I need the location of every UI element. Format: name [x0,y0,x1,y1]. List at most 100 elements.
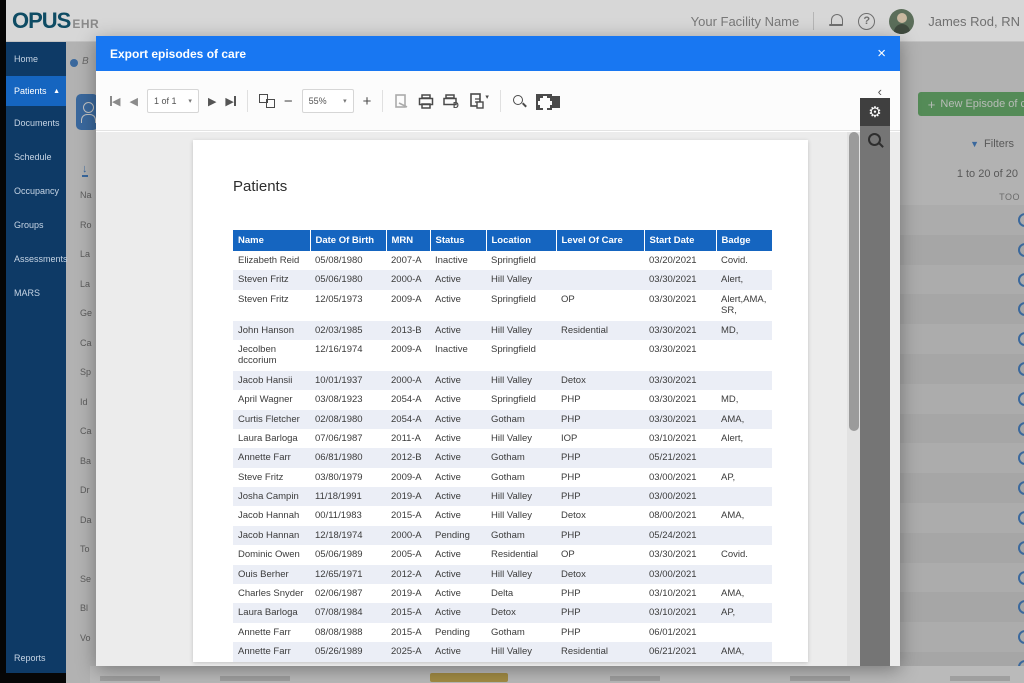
sidebar-item-label: MARS [14,288,40,298]
report-page: Patients NameDate Of BirthMRNStatusLocat… [193,140,808,662]
table-cell: Hill Valley [486,642,556,661]
divider [247,90,248,112]
scrollbar-thumb[interactable] [849,132,859,431]
patients-table: NameDate Of BirthMRNStatusLocationLevel … [233,230,773,662]
table-cell [716,565,772,584]
zoom-in-button[interactable]: + [363,94,372,109]
column-header: Date Of Birth [310,230,386,251]
table-cell: Active [430,429,486,448]
first-page-button[interactable]: ◀ [110,95,120,108]
sidebar-item-patients[interactable]: Patients▲ [6,76,66,106]
table-cell: Springfield [486,390,556,409]
table-cell: 08/08/1988 [310,623,386,642]
search-icon[interactable] [512,94,527,109]
report-viewer-toolbar: ◀ ◀ 1 of 1▾ ▶ ▶ − 55%▾ + D ▾ [96,71,900,131]
page-number-select[interactable]: 1 of 1▾ [147,89,199,113]
chevron-down-icon: ▾ [188,97,192,105]
table-cell: AMA, [716,642,772,661]
table-cell: Active [430,487,486,506]
table-cell: 03/00/2021 [644,487,716,506]
table-row: Steve Fritz03/80/19792009-AActiveGothamP… [233,468,772,487]
screen-bottom-left-corner [0,673,66,683]
panel-search-icon[interactable] [860,126,890,156]
table-cell: Active [430,410,486,429]
sidebar-item-home[interactable]: Home [6,42,66,76]
divider [382,90,383,112]
table-cell: OP [556,290,644,321]
table-cell [716,526,772,545]
table-cell: 03/30/2021 [644,321,716,340]
user-name[interactable]: James Rod, RN [928,14,1020,29]
table-cell: AMA, [716,410,772,429]
viewer-scrollbar[interactable] [847,132,860,666]
last-page-button[interactable]: ▶ [225,95,235,108]
notifications-bell-icon[interactable] [828,13,844,29]
sidebar-item-label: Occupancy [14,186,59,196]
user-avatar[interactable] [889,9,914,34]
divider [500,90,501,112]
close-icon[interactable]: × [877,46,886,61]
table-cell: 2000-A [386,371,430,390]
table-row: Steven Fritz12/05/19732009-AActiveSpring… [233,290,772,321]
table-cell: 03/10/2021 [644,603,716,622]
table-cell: Josha Campin [233,487,310,506]
table-row: Annette Farr05/26/19892025-AActiveHill V… [233,642,772,661]
table-cell: PHP [556,584,644,603]
previous-page-button[interactable]: ◀ [129,95,137,108]
table-cell: Annette Farr [233,642,310,661]
page-layout-icon[interactable] [259,94,275,108]
sidebar-item-mars[interactable]: MARS [6,276,66,310]
print-icon[interactable] [418,94,434,109]
zoom-out-button[interactable]: − [284,94,293,109]
table-cell: Gotham [486,410,556,429]
table-cell: PHP [556,390,644,409]
zoom-level-select[interactable]: 55%▾ [302,89,354,113]
table-cell: Hill Valley [486,371,556,390]
table-row: Josha Campin11/18/19912019-AActiveHill V… [233,487,772,506]
report-title: Patients [233,178,287,195]
table-cell: 2011-A [386,429,430,448]
sidebar-item-reports[interactable]: Reports [6,653,66,663]
table-cell [716,623,772,642]
table-cell: 02/08/1980 [310,410,386,429]
sidebar-item-assessments[interactable]: Assessments [6,242,66,276]
table-row: Elizabeth Reid05/08/19802007-AInactiveSp… [233,251,772,270]
facility-name[interactable]: Your Facility Name [691,14,800,29]
table-cell: Annette Farr [233,623,310,642]
table-cell: Active [430,290,486,321]
table-cell: 2025-A [386,642,430,661]
print-page-icon[interactable]: D [443,94,460,109]
export-file-icon[interactable] [469,93,484,109]
table-cell: Delta [486,584,556,603]
table-cell: 2012-B [386,448,430,467]
table-cell [556,270,644,289]
sidebar-item-documents[interactable]: Documents [6,106,66,140]
table-cell: Detox [556,371,644,390]
column-header: Start Date [644,230,716,251]
table-cell: 03/30/2021 [644,270,716,289]
table-cell: Active [430,321,486,340]
table-cell: 05/08/1980 [310,251,386,270]
table-cell: Inactive [430,251,486,270]
sidebar-item-occupancy[interactable]: Occupancy [6,174,66,208]
collapse-panel-chevron[interactable]: ‹ [878,84,882,99]
sidebar-item-label: Assessments [14,254,68,264]
table-row: John Hanson02/03/19852013-BActiveHill Va… [233,321,772,340]
table-cell: 11/18/1991 [310,487,386,506]
gear-icon[interactable]: ⚙ [860,98,890,126]
table-row: Dominic Owen05/06/19892005-AActiveReside… [233,545,772,564]
table-cell: Springfield [486,251,556,270]
help-icon[interactable]: ? [858,13,875,30]
table-cell: Active [430,603,486,622]
sidebar-item-label: Groups [14,220,44,230]
sidebar-item-groups[interactable]: Groups [6,208,66,242]
sidebar-item-schedule[interactable]: Schedule [6,140,66,174]
fullscreen-icon[interactable] [536,94,550,108]
table-cell: Steve Fritz [233,468,310,487]
save-document-icon[interactable] [394,94,409,109]
table-cell: 03/10/2021 [644,584,716,603]
table-row: Jecolben dccorium12/16/19742009-AInactiv… [233,340,772,371]
next-page-button[interactable]: ▶ [208,95,216,108]
table-cell: Springfield [486,340,556,371]
column-header: Location [486,230,556,251]
